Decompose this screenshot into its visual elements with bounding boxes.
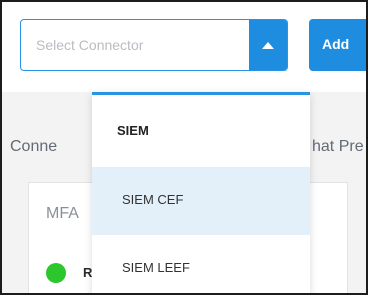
status-dot xyxy=(46,263,66,283)
caret-up-icon xyxy=(262,41,274,49)
connector-select[interactable]: Select Connector xyxy=(20,19,288,71)
dropdown-item-siem-leef[interactable]: SIEM LEEF xyxy=(92,235,310,293)
connectors-heading: Conne xyxy=(10,138,58,155)
dropdown-group-header: SIEM xyxy=(92,95,310,167)
dropdown-item-siem-cef[interactable]: SIEM CEF xyxy=(92,167,310,235)
page: Select Connector Add Conne hat Pre MFA R… xyxy=(0,0,368,295)
dropdown-group-label: SIEM xyxy=(117,123,149,138)
connector-select-placeholder: Select Connector xyxy=(36,37,144,53)
connector-dropdown: SIEM SIEM CEF SIEM LEEF xyxy=(92,92,310,293)
dropdown-item-label: SIEM CEF xyxy=(122,192,184,207)
top-bar: Select Connector Add xyxy=(2,2,366,92)
mfa-card-title: MFA xyxy=(46,205,79,222)
add-button[interactable]: Add xyxy=(309,19,366,71)
connector-select-toggle[interactable] xyxy=(249,20,287,70)
card-row-label: R xyxy=(83,265,93,280)
what-heading: hat Pre xyxy=(312,138,364,155)
dropdown-item-label: SIEM LEEF xyxy=(122,260,190,275)
